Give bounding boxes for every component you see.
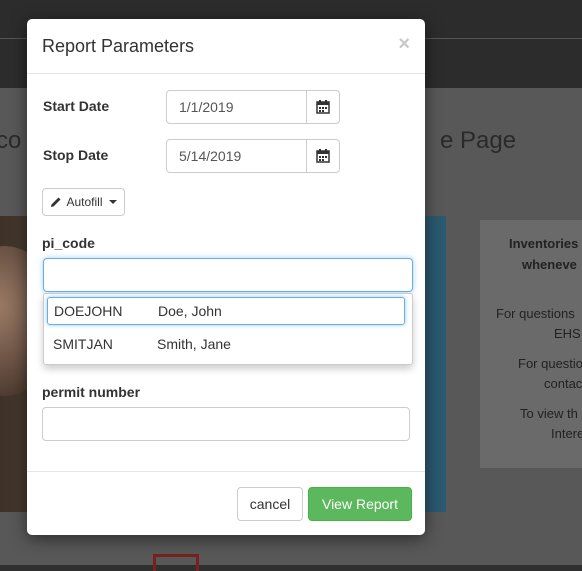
permit-number-input[interactable] (42, 407, 410, 441)
start-date-label: Start Date (43, 98, 110, 114)
suggestion-item[interactable]: DOEJOHN Doe, John (47, 297, 405, 325)
card-line: For questio (518, 356, 582, 371)
close-icon[interactable]: × (398, 33, 410, 56)
modal-footer: cancel View Report (27, 471, 425, 536)
start-date-calendar-button[interactable] (306, 90, 340, 124)
pencil-icon (51, 197, 61, 207)
caret-down-icon (108, 200, 117, 204)
pi-code-suggestions: DOEJOHN Doe, John SMITJAN Smith, Jane (43, 293, 413, 365)
suggestion-name: Smith, Jane (157, 336, 231, 352)
stop-date-group: 5/14/2019 (166, 139, 340, 173)
cancel-button[interactable]: cancel (237, 487, 303, 521)
start-date-input[interactable]: 1/1/2019 (166, 90, 308, 124)
stop-date-label: Stop Date (43, 147, 109, 163)
background-info-card: Inventories wheneve For questions EHS Fo… (480, 220, 582, 468)
background-heading-fragment-right: e Page (440, 127, 517, 154)
view-report-button[interactable]: View Report (308, 487, 412, 521)
card-line: EHS (554, 326, 581, 341)
start-date-group: 1/1/2019 (166, 90, 340, 124)
autofill-button[interactable]: Autofill (42, 188, 125, 216)
card-line: Intere (551, 426, 582, 441)
card-line: contac (544, 376, 582, 391)
suggestion-code: DOEJOHN (54, 303, 123, 319)
background-icon-fragment (153, 554, 199, 571)
card-line: wheneve (522, 257, 577, 272)
suggestion-item[interactable]: SMITJAN Smith, Jane (47, 330, 405, 358)
stop-date-calendar-button[interactable] (306, 139, 340, 173)
pi-code-input[interactable] (43, 258, 413, 292)
card-line: To view th (520, 406, 578, 421)
card-line: For questions (496, 306, 575, 321)
calendar-icon (316, 100, 330, 114)
modal-header: Report Parameters × (27, 19, 425, 74)
stop-date-input[interactable]: 5/14/2019 (166, 139, 308, 173)
card-line: Inventories (509, 236, 579, 251)
autofill-label: Autofill (66, 195, 103, 209)
calendar-icon (316, 149, 330, 163)
report-parameters-modal: Report Parameters × Start Date 1/1/2019 … (27, 19, 425, 535)
modal-title: Report Parameters (42, 36, 195, 56)
suggestion-name: Doe, John (158, 303, 222, 319)
permit-number-label: permit number (42, 384, 141, 400)
suggestion-code: SMITJAN (53, 336, 113, 352)
pi-code-label: pi_code (42, 235, 95, 251)
background-heading-fragment: co (0, 127, 22, 154)
